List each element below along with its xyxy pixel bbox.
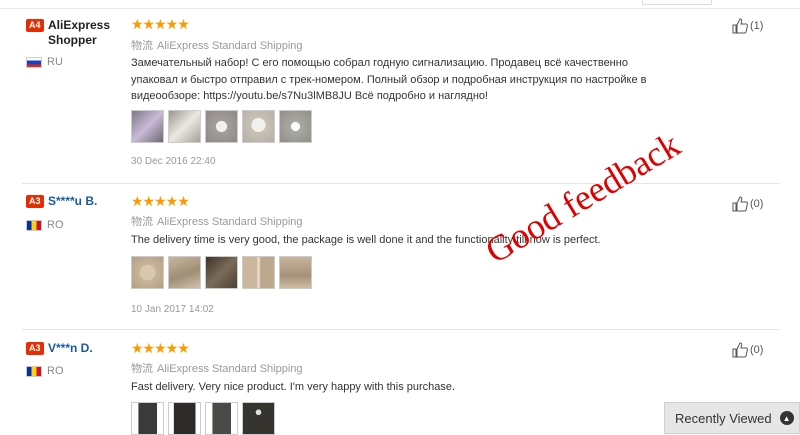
review-text: Замечательный набор! С его помощью собра… (131, 57, 647, 102)
helpful-count: (0) (750, 198, 764, 210)
rating-stars: ★★★★★ (131, 193, 190, 209)
buyer-level-badge: A3 (26, 342, 44, 355)
review-photo-thumb[interactable] (242, 256, 275, 289)
review-photos (131, 256, 312, 289)
review-photo-thumb[interactable] (205, 110, 238, 143)
shipping-info: 物流 AliExpress Standard Shipping (131, 37, 303, 53)
buyer-name[interactable]: AliExpress Shopper (48, 18, 128, 48)
flag-ro-icon (26, 365, 42, 377)
buyer-level-badge: A3 (26, 195, 44, 208)
country-code: RO (47, 365, 64, 377)
recently-viewed-button[interactable]: Recently Viewed ▲ (664, 402, 800, 434)
good-feedback-overlay: Good feedback (478, 124, 687, 272)
shipping-info: 物流 AliExpress Standard Shipping (131, 360, 303, 376)
shipping-method: AliExpress Standard Shipping (157, 216, 303, 228)
shipping-method: AliExpress Standard Shipping (157, 363, 303, 375)
buyer-country: RO (26, 365, 64, 377)
review-photo-thumb[interactable] (279, 256, 312, 289)
helpful-count: (1) (750, 20, 764, 32)
helpful-count: (0) (750, 344, 764, 356)
review-photo-thumb[interactable] (131, 256, 164, 289)
helpful-button[interactable]: (0) (732, 342, 763, 358)
chevron-up-icon: ▲ (779, 411, 794, 425)
review-photo-thumb[interactable] (205, 256, 238, 289)
shipping-label: 物流 (131, 40, 153, 52)
review-photo-thumb[interactable] (168, 256, 201, 289)
review-photos (131, 110, 312, 143)
country-code: RU (47, 56, 63, 68)
shipping-method: AliExpress Standard Shipping (157, 40, 303, 52)
buyer-level-badge: A4 (26, 19, 44, 32)
top-control-stub (642, 0, 712, 5)
flag-ru-icon (26, 56, 42, 68)
rating-stars: ★★★★★ (131, 340, 190, 356)
thumbs-up-icon[interactable] (732, 342, 748, 358)
review-photo-thumb[interactable] (242, 402, 275, 435)
buyer-country: RO (26, 219, 64, 231)
review-photo-thumb[interactable] (168, 402, 201, 435)
buyer-country: RU (26, 56, 63, 68)
thumbs-up-icon[interactable] (732, 196, 748, 212)
review-divider (22, 183, 780, 184)
review-date: 30 Dec 2016 22:40 (131, 156, 216, 167)
review-photo-thumb[interactable] (242, 110, 275, 143)
review-text: Fast delivery. Very nice product. I'm ve… (131, 381, 456, 393)
helpful-button[interactable]: (1) (732, 18, 763, 34)
review-divider (22, 329, 780, 330)
review-date: 10 Jan 2017 14:02 (131, 304, 214, 315)
helpful-button[interactable]: (0) (732, 196, 763, 212)
buyer-name[interactable]: V***n D. (48, 341, 93, 356)
review-photo-thumb[interactable] (131, 402, 164, 435)
rating-stars: ★★★★★ (131, 16, 190, 32)
shipping-label: 物流 (131, 363, 153, 375)
review-photo-thumb[interactable] (279, 110, 312, 143)
recently-viewed-label: Recently Viewed (675, 410, 772, 426)
review-photo-thumb[interactable] (205, 402, 238, 435)
flag-ro-icon (26, 219, 42, 231)
review-photo-thumb[interactable] (131, 110, 164, 143)
review-text: The delivery time is very good, the pack… (131, 234, 601, 246)
country-code: RO (47, 219, 64, 231)
thumbs-up-icon[interactable] (732, 18, 748, 34)
review-photo-thumb[interactable] (168, 110, 201, 143)
shipping-info: 物流 AliExpress Standard Shipping (131, 213, 303, 229)
review-photos (131, 402, 275, 435)
shipping-label: 物流 (131, 216, 153, 228)
buyer-name[interactable]: S****u B. (48, 194, 97, 209)
